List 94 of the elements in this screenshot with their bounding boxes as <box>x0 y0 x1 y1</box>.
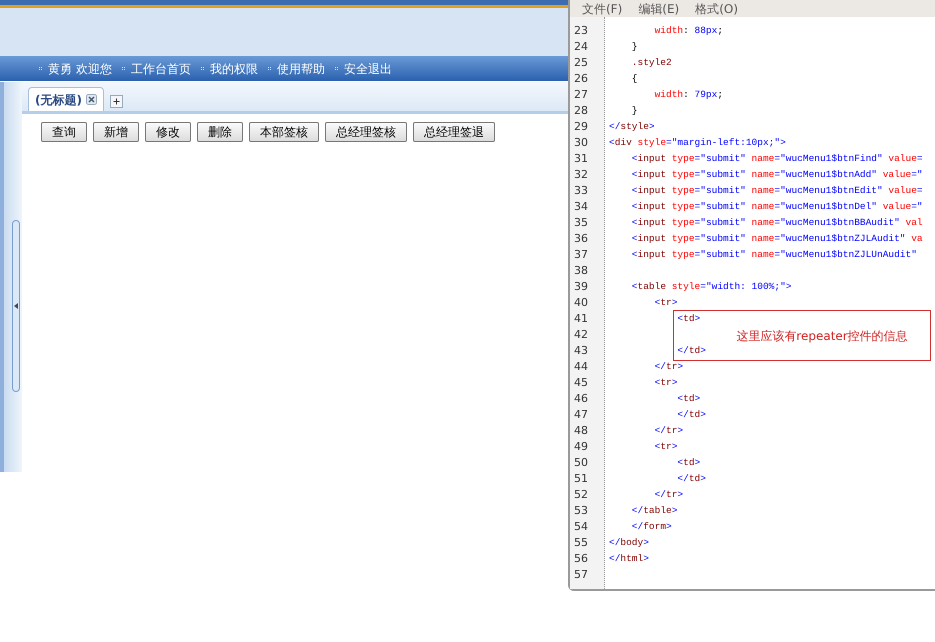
line-number: 39 <box>573 279 589 295</box>
toolbar-button[interactable]: 总经理签退 <box>413 122 495 142</box>
code-line: </td> <box>676 409 706 420</box>
line-number: 56 <box>573 551 589 567</box>
code-line: width: 88px; <box>654 25 724 36</box>
line-number: 47 <box>573 407 589 423</box>
toolbar-button[interactable]: 删除 <box>197 122 243 142</box>
code-line: <input type="submit" name="wucMenu1$btnBBAudit" val <box>630 217 923 228</box>
code-line: <input type="submit" name="wucMenu1$btnZJLAudit" va <box>630 233 923 244</box>
menu-item[interactable]: 编辑(E) <box>638 0 680 18</box>
code-line: <tr> <box>654 297 678 308</box>
code-line: </td> <box>676 473 706 484</box>
code-line: <input type="submit" name="wucMenu1$btnDel" value=" <box>630 201 923 212</box>
bullet-icon <box>200 67 204 70</box>
nav-link[interactable]: 黄勇 欢迎您 <box>48 60 112 78</box>
tab[interactable]: (无标题) <box>28 87 104 111</box>
line-number: 50 <box>573 455 589 471</box>
code-line: </td> <box>676 345 706 356</box>
code-line: <tr> <box>654 441 678 452</box>
code-line: } <box>630 41 638 52</box>
line-number: 29 <box>573 119 589 135</box>
code-line: .style2 <box>630 57 672 68</box>
tab-title: (无标题) <box>35 92 82 108</box>
code-line: <table style="width: 100%;"> <box>630 281 792 292</box>
splitter-handle[interactable] <box>12 220 20 392</box>
toolbar-button[interactable]: 总经理签核 <box>325 122 407 142</box>
line-number: 31 <box>573 151 589 167</box>
nav-link[interactable]: 我的权限 <box>210 60 258 78</box>
line-number: 33 <box>573 183 589 199</box>
code-line: </tr> <box>654 425 684 436</box>
code-line: </tr> <box>654 489 684 500</box>
code-line: <input type="submit" name="wucMenu1$btnEdit" value= <box>630 185 923 196</box>
add-tab-icon[interactable] <box>110 95 123 108</box>
code-line: </tr> <box>654 361 684 372</box>
line-number: 35 <box>573 215 589 231</box>
line-number: 25 <box>573 55 589 71</box>
line-number: 24 <box>573 39 589 55</box>
toolbar-button[interactable]: 本部签核 <box>249 122 319 142</box>
code-line: </style> <box>609 121 655 132</box>
line-number: 54 <box>573 519 589 535</box>
bullet-icon <box>334 67 338 70</box>
line-number: 52 <box>573 487 589 503</box>
line-number: 45 <box>573 375 589 391</box>
line-number: 32 <box>573 167 589 183</box>
toolbar-button[interactable]: 修改 <box>145 122 191 142</box>
annotation-text: 这里应该有repeater控件的信息 <box>736 328 908 344</box>
code-line: </html> <box>609 553 649 564</box>
toolbar-button[interactable]: 查询 <box>41 122 87 142</box>
menu-item[interactable]: 格式(O) <box>695 0 738 18</box>
line-number: 41 <box>573 311 589 327</box>
line-number: 55 <box>573 535 589 551</box>
nav-link[interactable]: 使用帮助 <box>276 60 325 78</box>
code-line: <td> <box>676 313 700 324</box>
line-number: 27 <box>573 87 589 103</box>
bullet-icon <box>122 67 125 70</box>
line-number: 36 <box>573 231 589 247</box>
code-line: </table> <box>630 505 678 516</box>
code-line: { <box>630 73 638 84</box>
code-line: <td> <box>676 457 700 468</box>
nav-link[interactable]: 安全退出 <box>344 60 392 78</box>
code-line: </form> <box>630 521 672 532</box>
line-number: 26 <box>573 71 589 87</box>
code-line: <div style="margin-left:10px;"> <box>609 137 786 148</box>
collapse-arrow-icon <box>14 303 18 309</box>
code-line: <td> <box>676 393 700 404</box>
line-number: 49 <box>573 439 589 455</box>
line-number: 28 <box>573 103 589 119</box>
line-number: 38 <box>573 263 589 279</box>
code-line: width: 79px; <box>654 89 724 100</box>
code-line: <tr> <box>654 377 678 388</box>
line-number: 53 <box>573 503 589 519</box>
code-line: <input type="submit" name="wucMenu1$btnZJLUnAudit" <box>630 249 917 260</box>
code-line: <input type="submit" name="wucMenu1$btnAdd" value=" <box>630 169 923 180</box>
line-number: 57 <box>573 567 589 583</box>
line-number: 43 <box>573 343 589 359</box>
code-line: } <box>630 105 638 116</box>
line-number: 34 <box>573 199 589 215</box>
line-number: 42 <box>573 327 589 343</box>
code-line: </body> <box>609 537 649 548</box>
line-number: 37 <box>573 247 589 263</box>
bullet-icon <box>268 67 271 70</box>
nav-link[interactable]: 工作台首页 <box>130 60 191 78</box>
close-icon[interactable] <box>86 94 97 105</box>
menu-item[interactable]: 文件(F) <box>582 0 622 18</box>
line-number: 30 <box>573 135 589 151</box>
line-number: 40 <box>573 295 589 311</box>
bullet-icon <box>39 67 42 70</box>
line-number: 51 <box>573 471 589 487</box>
line-number: 46 <box>573 391 589 407</box>
code-line: <input type="submit" name="wucMenu1$btnFind" value= <box>630 153 923 164</box>
line-number: 23 <box>573 23 589 39</box>
line-number: 44 <box>573 359 589 375</box>
toolbar-button[interactable]: 新增 <box>93 122 139 142</box>
line-number: 48 <box>573 423 589 439</box>
